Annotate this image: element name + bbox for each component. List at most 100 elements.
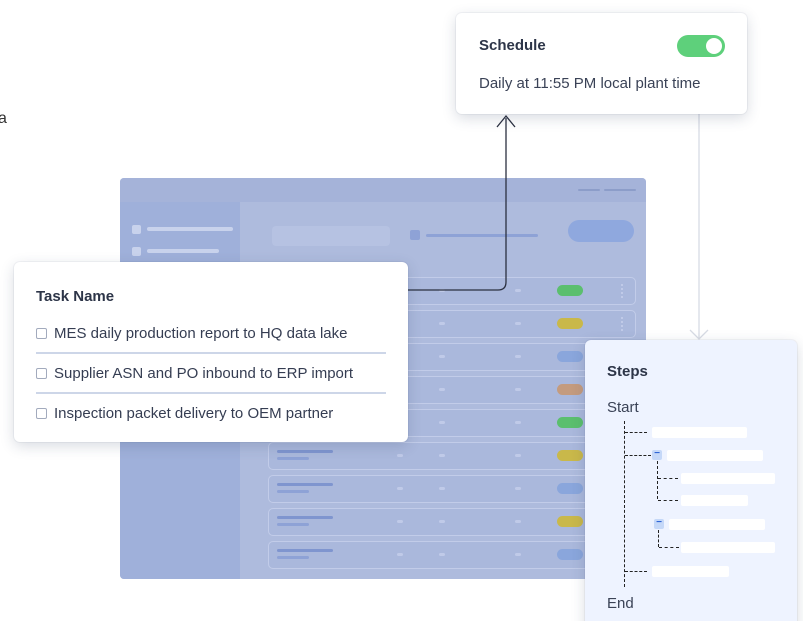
dashboard-row bbox=[268, 541, 636, 569]
row-status-pill bbox=[557, 384, 583, 395]
task-card: Task Name MES daily production report to… bbox=[14, 262, 408, 442]
collapse-icon[interactable]: − bbox=[654, 518, 664, 529]
steps-card: Steps Start − − End bbox=[585, 340, 797, 621]
task-label: Inspection packet delivery to OEM partne… bbox=[54, 404, 334, 422]
task-item[interactable]: Supplier ASN and PO inbound to ERP impor… bbox=[36, 354, 386, 394]
schedule-description: Daily at 11:55 PM local plant time bbox=[479, 75, 701, 92]
tree-branch-line bbox=[625, 571, 647, 572]
row-status-pill bbox=[557, 450, 583, 461]
row-cell-placeholder bbox=[515, 421, 521, 424]
row-cell-placeholder bbox=[515, 520, 521, 523]
row-title-placeholder bbox=[277, 450, 333, 453]
tree-branch-line bbox=[658, 478, 678, 479]
dashboard-row bbox=[268, 442, 636, 470]
row-cell-placeholder bbox=[515, 487, 521, 490]
sidebar-item-label bbox=[147, 249, 219, 253]
row-cell-placeholder bbox=[439, 388, 445, 391]
sidebar-item bbox=[132, 246, 219, 256]
row-status-pill bbox=[557, 483, 583, 494]
steps-arrowhead bbox=[689, 329, 709, 340]
row-title-placeholder bbox=[277, 549, 333, 552]
topbar-line bbox=[578, 189, 600, 191]
row-cell-placeholder bbox=[439, 487, 445, 490]
row-title-placeholder bbox=[277, 516, 333, 519]
dashboard-filter-checkbox bbox=[410, 230, 420, 240]
row-subtitle-placeholder bbox=[277, 523, 309, 526]
row-cell-placeholder bbox=[439, 520, 445, 523]
collapse-icon[interactable]: − bbox=[652, 449, 662, 460]
row-cell-placeholder bbox=[439, 421, 445, 424]
row-subtitle-placeholder bbox=[277, 490, 309, 493]
toggle-knob bbox=[706, 38, 722, 54]
tree-branch-line bbox=[658, 500, 678, 501]
task-checkbox[interactable] bbox=[36, 327, 47, 339]
row-cell-placeholder bbox=[397, 454, 403, 457]
tree-step-node[interactable] bbox=[681, 495, 748, 506]
dashboard-row bbox=[268, 475, 636, 503]
row-cell-placeholder bbox=[397, 520, 403, 523]
dashboard-search bbox=[272, 226, 390, 246]
row-status-pill bbox=[557, 285, 583, 296]
row-drag-handle bbox=[621, 284, 627, 298]
feature-illustration: a Schedule Daily at 11:55 PM local plant… bbox=[0, 0, 803, 621]
sidebar-item-icon bbox=[132, 224, 141, 234]
row-cell-placeholder bbox=[515, 388, 521, 391]
steps-end-label: End bbox=[607, 595, 634, 612]
tree-branch-line bbox=[659, 547, 679, 548]
sidebar-item-icon bbox=[132, 246, 141, 256]
row-drag-handle bbox=[621, 317, 627, 331]
task-checkbox[interactable] bbox=[36, 407, 47, 419]
row-title-placeholder bbox=[277, 483, 333, 486]
dashboard-action-button bbox=[568, 220, 634, 242]
topbar-line bbox=[604, 189, 636, 191]
tree-step-node[interactable] bbox=[681, 542, 775, 553]
tree-step-node[interactable] bbox=[652, 566, 729, 577]
sidebar-item bbox=[132, 224, 233, 234]
task-label: Supplier ASN and PO inbound to ERP impor… bbox=[54, 364, 354, 382]
steps-title: Steps bbox=[607, 363, 648, 380]
row-cell-placeholder bbox=[439, 553, 445, 556]
tree-branch-line bbox=[625, 432, 647, 433]
dashboard-topbar bbox=[120, 178, 646, 202]
sidebar-item-label bbox=[147, 227, 233, 231]
row-cell-placeholder bbox=[397, 553, 403, 556]
task-checkbox[interactable] bbox=[36, 367, 47, 379]
row-status-pill bbox=[557, 318, 583, 329]
tree-sub-line bbox=[658, 530, 659, 547]
task-label: MES daily production report to HQ data l… bbox=[54, 324, 348, 342]
schedule-title: Schedule bbox=[479, 37, 546, 54]
tree-step-node[interactable] bbox=[652, 427, 747, 438]
edge-text-fragment: a bbox=[0, 110, 7, 127]
row-status-pill bbox=[557, 417, 583, 428]
dashboard-row bbox=[268, 508, 636, 536]
row-subtitle-placeholder bbox=[277, 556, 309, 559]
tree-step-node[interactable] bbox=[681, 473, 775, 484]
tree-trunk-line bbox=[624, 421, 625, 587]
tree-step-node[interactable] bbox=[667, 450, 763, 461]
row-subtitle-placeholder bbox=[277, 457, 309, 460]
row-cell-placeholder bbox=[439, 355, 445, 358]
row-cell-placeholder bbox=[439, 322, 445, 325]
tree-sub-line bbox=[657, 461, 658, 499]
row-cell-placeholder bbox=[515, 553, 521, 556]
row-status-pill bbox=[557, 351, 583, 362]
dashboard-filter-label bbox=[426, 234, 538, 237]
row-status-pill bbox=[557, 549, 583, 560]
schedule-card: Schedule Daily at 11:55 PM local plant t… bbox=[456, 13, 747, 114]
row-cell-placeholder bbox=[439, 454, 445, 457]
row-status-pill bbox=[557, 516, 583, 527]
schedule-toggle[interactable] bbox=[677, 35, 725, 57]
row-cell-placeholder bbox=[515, 355, 521, 358]
tree-branch-line bbox=[625, 455, 651, 456]
task-card-title: Task Name bbox=[36, 288, 115, 305]
task-item[interactable]: MES daily production report to HQ data l… bbox=[36, 314, 386, 354]
row-cell-placeholder bbox=[515, 289, 521, 292]
tree-step-node[interactable] bbox=[669, 519, 765, 530]
row-cell-placeholder bbox=[439, 289, 445, 292]
row-cell-placeholder bbox=[397, 487, 403, 490]
row-cell-placeholder bbox=[515, 454, 521, 457]
row-cell-placeholder bbox=[515, 322, 521, 325]
steps-start-label: Start bbox=[607, 399, 639, 416]
schedule-arrowhead bbox=[496, 114, 516, 128]
task-item[interactable]: Inspection packet delivery to OEM partne… bbox=[36, 394, 386, 432]
